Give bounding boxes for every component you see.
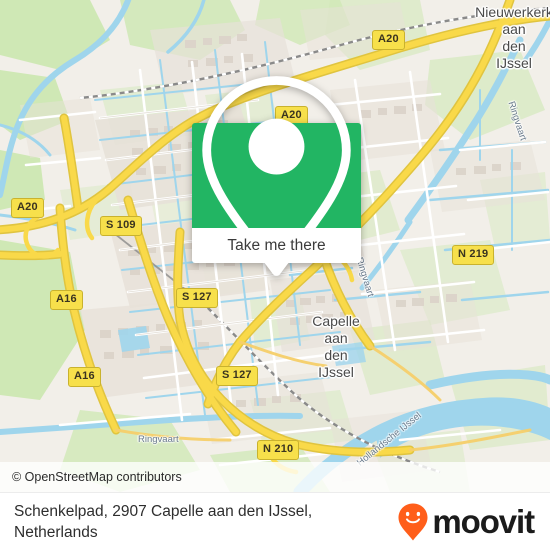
- moovit-map-page: A20 A20 A20 S 109 A16 S 127 A16 S 127 N …: [0, 0, 550, 550]
- road-shield-a16-n: A16: [50, 290, 83, 310]
- address-line-1: Schenkelpad, 2907 Capelle aan den IJssel…: [14, 502, 313, 520]
- moovit-wordmark: moovit: [432, 503, 535, 540]
- road-shield-a20-ne: A20: [372, 30, 405, 50]
- osm-attribution-text[interactable]: © OpenStreetMap contributors: [12, 470, 182, 484]
- map-attribution-bar: © OpenStreetMap contributors: [0, 462, 550, 492]
- road-shield-a16-s: A16: [68, 367, 101, 387]
- road-shield-s109: S 109: [100, 216, 142, 236]
- moovit-logo[interactable]: moovit: [397, 502, 535, 542]
- popup-pin-area: [192, 75, 361, 276]
- popup-pointer-tail: [265, 263, 288, 274]
- road-shield-n210: N 210: [257, 440, 300, 460]
- destination-popup-card[interactable]: Take me there: [192, 75, 361, 276]
- address-text: Schenkelpad, 2907 Capelle aan den IJssel…: [14, 501, 312, 543]
- address-line-2: Netherlands: [14, 523, 98, 541]
- road-shield-n219: N 219: [452, 245, 495, 265]
- road-shield-a20-w: A20: [11, 198, 44, 218]
- moovit-pin-smiley-icon: [398, 503, 428, 540]
- footer-bar: Schenkelpad, 2907 Capelle aan den IJssel…: [0, 492, 550, 550]
- take-me-there-label: Take me there: [227, 236, 326, 254]
- map-pin-icon: [202, 75, 351, 276]
- map-canvas[interactable]: A20 A20 A20 S 109 A16 S 127 A16 S 127 N …: [0, 0, 550, 492]
